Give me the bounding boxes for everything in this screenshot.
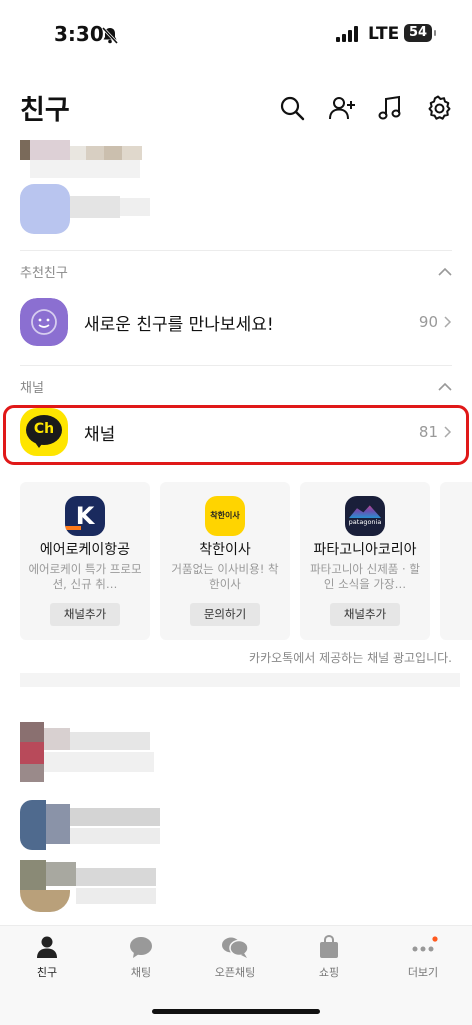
inquiry-button[interactable]: 문의하기 bbox=[190, 603, 260, 626]
home-indicator[interactable] bbox=[152, 1009, 320, 1014]
signal-icon bbox=[336, 26, 358, 42]
add-friend-icon[interactable] bbox=[328, 94, 356, 122]
blurred-friend-entry[interactable] bbox=[20, 722, 160, 782]
chat-bubble-icon bbox=[130, 937, 152, 958]
app-header: 친구 bbox=[0, 86, 472, 134]
patagonia-logo-text: patagonia bbox=[348, 518, 382, 526]
chevron-right-icon bbox=[444, 316, 452, 328]
patagonia-logo: patagonia bbox=[345, 496, 385, 536]
section-label-channel: 채널 bbox=[20, 381, 44, 396]
tab-open-chat[interactable]: 오픈채팅 bbox=[188, 934, 282, 982]
aerok-logo: K bbox=[65, 496, 105, 536]
blurred-friend-entry[interactable] bbox=[20, 800, 160, 850]
status-bar: 3:30 LTE 54 bbox=[0, 0, 472, 70]
channel-card-desc: 파타고니아 신제품 · 할인 소식을 가장… bbox=[310, 562, 420, 591]
search-icon[interactable] bbox=[278, 94, 306, 122]
tab-shopping[interactable]: 쇼핑 bbox=[282, 934, 376, 982]
channel-card-name: 에어로케이항공 bbox=[39, 542, 131, 558]
smiley-avatar-icon bbox=[20, 298, 68, 346]
ad-disclaimer: 카카오톡에서 제공하는 채널 광고입니다. bbox=[249, 651, 452, 665]
tab-label: 채팅 bbox=[130, 966, 152, 979]
channel-card-desc: 거품없는 이사비용! 착한이사 bbox=[171, 562, 279, 591]
channel-card[interactable]: 착한이사 착한이사 거품없는 이사비용! 착한이사 문의하기 bbox=[160, 482, 290, 640]
tab-label: 더보기 bbox=[407, 966, 439, 979]
shopping-bag-icon bbox=[320, 934, 338, 958]
divider bbox=[20, 250, 452, 251]
tab-label: 쇼핑 bbox=[318, 966, 340, 979]
notification-dot bbox=[432, 936, 438, 942]
recommended-friends-label: 새로운 친구를 만나보세요! bbox=[84, 315, 274, 335]
collapse-chevron-icon[interactable] bbox=[438, 381, 452, 391]
channel-card[interactable]: K 에어로케이항공 에어로케이 특가 프로모션, 신규 취… 채널추가 bbox=[20, 482, 150, 640]
good-moving-logo: 착한이사 bbox=[205, 496, 245, 536]
good-moving-logo-text: 착한이사 bbox=[210, 511, 240, 520]
channel-card[interactable]: patagonia 파타고니아코리아 파타고니아 신제품 · 할인 소식을 가장… bbox=[300, 482, 430, 640]
person-icon bbox=[37, 936, 57, 958]
blurred-section-header bbox=[20, 665, 460, 695]
channel-card-desc: 에어로케이 특가 프로모션, 신규 취… bbox=[28, 562, 142, 591]
recommended-count: 90 bbox=[418, 313, 438, 331]
more-dots-icon bbox=[412, 936, 438, 952]
network-type: LTE bbox=[368, 24, 400, 44]
settings-gear-icon[interactable] bbox=[424, 94, 452, 122]
bell-muted-icon bbox=[101, 26, 119, 45]
status-time: 3:30 bbox=[54, 22, 104, 46]
add-channel-button[interactable]: 채널추가 bbox=[50, 603, 120, 626]
tab-label: 오픈채팅 bbox=[214, 966, 256, 979]
battery-indicator: 54 bbox=[404, 24, 436, 42]
channel-card-name: 파타고니아코리아 bbox=[313, 542, 417, 558]
blurred-friend-entry[interactable] bbox=[20, 184, 160, 234]
open-chat-icon bbox=[222, 937, 249, 958]
channel-card-name: 착한이사 bbox=[199, 542, 251, 558]
blurred-friend-entry[interactable] bbox=[20, 140, 160, 180]
blurred-friend-entry[interactable] bbox=[20, 860, 160, 915]
red-highlight-box bbox=[3, 405, 469, 465]
channel-ad-carousel[interactable]: K 에어로케이항공 에어로케이 특가 프로모션, 신규 취… 채널추가 착한이사… bbox=[20, 482, 472, 640]
channel-card-partial[interactable] bbox=[440, 482, 472, 640]
collapse-chevron-icon[interactable] bbox=[438, 266, 452, 276]
tab-chats[interactable]: 채팅 bbox=[94, 934, 188, 982]
add-channel-button[interactable]: 채널추가 bbox=[330, 603, 400, 626]
tab-more[interactable]: 더보기 bbox=[376, 934, 470, 982]
recommended-friends-row[interactable]: 새로운 친구를 만나보세요! 90 bbox=[0, 292, 472, 356]
section-label-recommended: 추천친구 bbox=[20, 266, 68, 281]
music-icon[interactable] bbox=[376, 94, 404, 122]
page-title: 친구 bbox=[20, 95, 70, 126]
tab-friends[interactable]: 친구 bbox=[0, 934, 94, 982]
tab-label: 친구 bbox=[36, 966, 58, 979]
divider bbox=[20, 365, 452, 366]
